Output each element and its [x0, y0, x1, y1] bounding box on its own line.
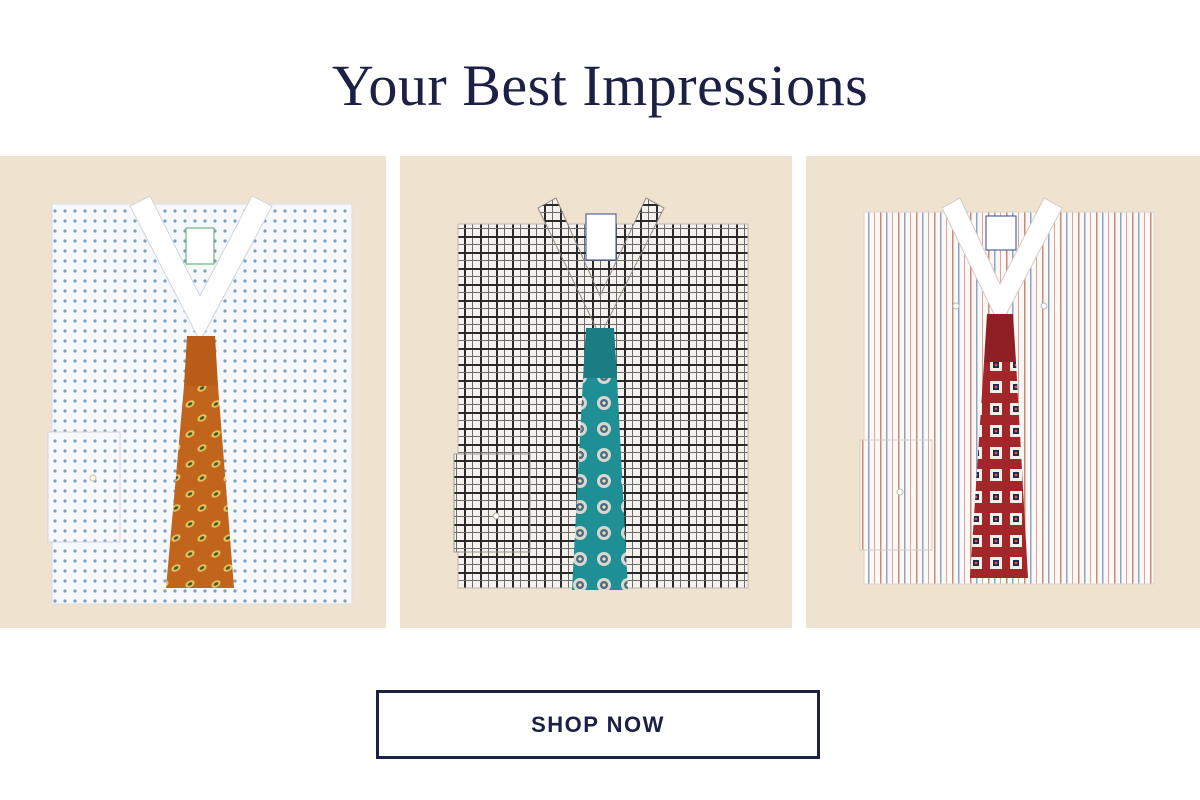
product-image-stripe-shirt[interactable] — [806, 156, 1200, 628]
page-title: Your Best Impressions — [331, 53, 869, 118]
product-image-check-shirt[interactable] — [400, 156, 792, 628]
shop-now-button[interactable]: SHOP NOW — [376, 690, 820, 759]
shirt-illustration — [859, 197, 1155, 585]
shirt-illustration — [453, 197, 749, 590]
shirt-illustration — [47, 195, 353, 605]
product-image-dot-shirt[interactable] — [0, 156, 386, 628]
